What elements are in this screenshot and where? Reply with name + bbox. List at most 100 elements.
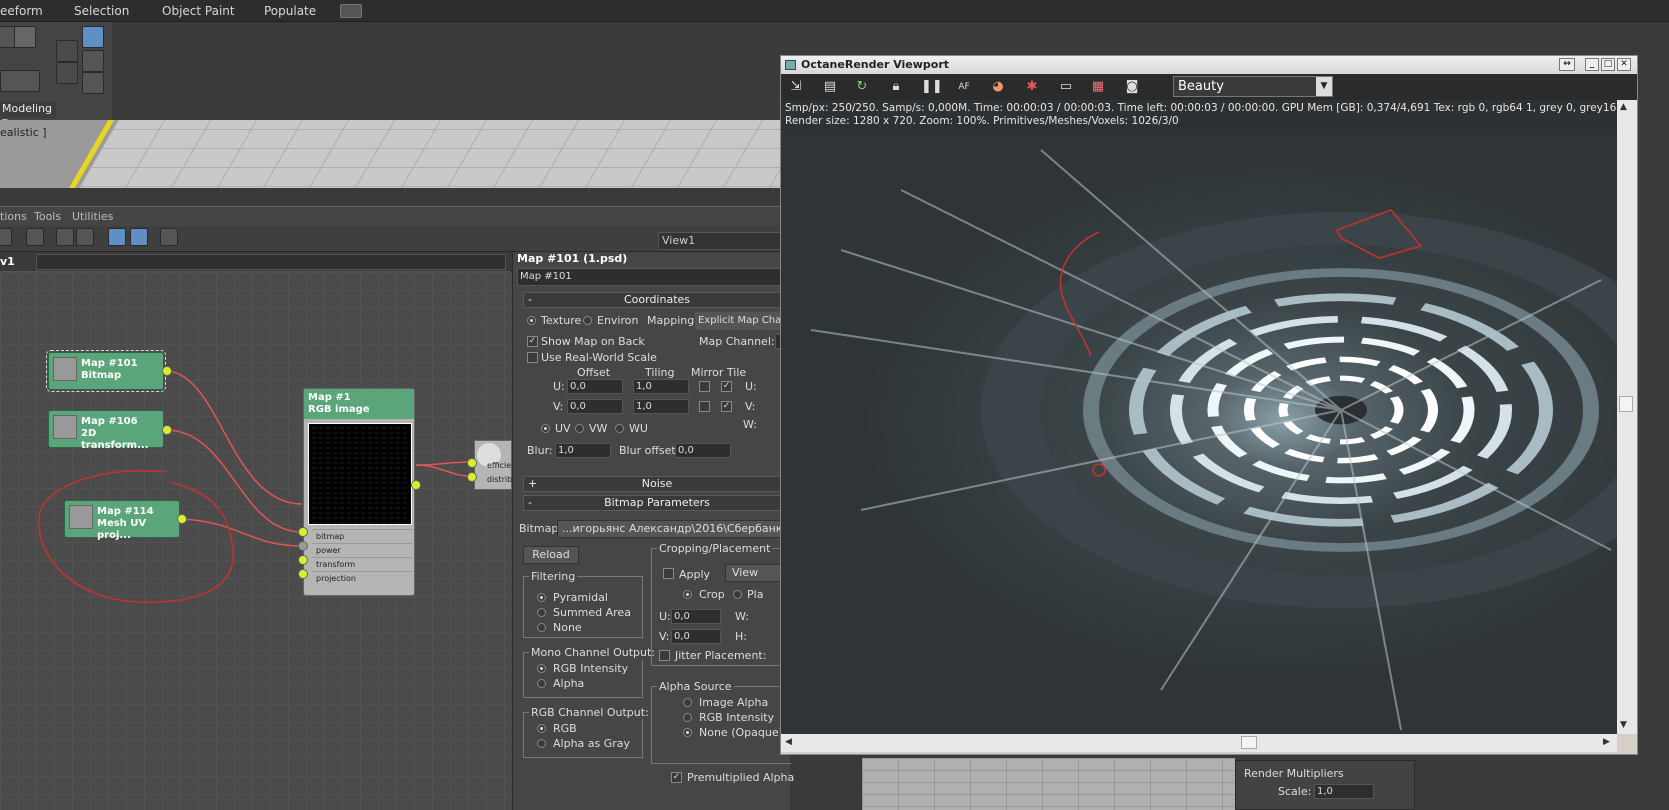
vw-radio[interactable] <box>575 424 584 433</box>
show-map-on-back-checkbox[interactable]: ✓ <box>527 336 538 347</box>
move-children-icon[interactable] <box>108 228 126 246</box>
texture-radio[interactable] <box>527 316 536 325</box>
chevron-down-icon[interactable]: ▼ <box>1316 77 1332 96</box>
scroll-thumb[interactable] <box>1619 396 1633 412</box>
menu-options[interactable]: tions <box>0 210 27 223</box>
view-dropdown[interactable]: View1 <box>658 232 788 250</box>
real-world-scale-checkbox[interactable] <box>527 352 538 363</box>
ribbon-tab-selection[interactable]: Selection <box>74 4 129 18</box>
bitmap-rollout[interactable]: - Bitmap Parameters <box>523 495 791 511</box>
octane-titlebar[interactable]: OctaneRender Viewport ↔ _ □ ✕ <box>781 56 1637 74</box>
input-pin-projection[interactable] <box>298 569 308 579</box>
render-pass-dropdown[interactable]: Beauty ▼ <box>1173 76 1333 97</box>
uv-radio[interactable] <box>541 424 550 433</box>
node-map-101[interactable]: Map #101 Bitmap <box>46 350 166 392</box>
v-tiling-spinner[interactable]: 1,0 <box>633 399 689 414</box>
scale-spinner[interactable]: 1,0 <box>1314 784 1374 799</box>
none-opaque-radio[interactable] <box>683 728 692 737</box>
film-icon[interactable]: ▦ <box>1089 78 1107 96</box>
map-name-field[interactable]: Map #101 <box>517 268 787 286</box>
move-icon[interactable] <box>82 50 104 72</box>
node-material-partial[interactable]: efficie distrib <box>474 440 512 490</box>
blur-offset-spinner[interactable]: 0,0 <box>675 443 731 458</box>
output-pin-rgb[interactable] <box>411 480 421 490</box>
environ-radio[interactable] <box>583 316 592 325</box>
close-icon[interactable]: ✕ <box>1617 58 1631 71</box>
camera-icon[interactable] <box>26 228 44 246</box>
blur-spinner[interactable]: 1,0 <box>555 443 611 458</box>
ribbon-tab-populate[interactable]: Populate <box>264 4 316 18</box>
resize-icon[interactable]: ↔ <box>1559 58 1575 71</box>
show-map-icon[interactable] <box>130 228 148 246</box>
output-pin[interactable] <box>162 425 172 435</box>
u-tile-checkbox[interactable]: ✓ <box>721 381 732 392</box>
clipboard-icon[interactable]: ▤ <box>821 78 839 96</box>
refresh-icon[interactable]: ↻ <box>853 78 871 96</box>
alpha-as-gray-radio[interactable] <box>537 739 546 748</box>
node-map-114[interactable]: Map #114 Mesh UV proj... <box>64 500 180 541</box>
wu-radio[interactable] <box>615 424 624 433</box>
scroll-up-icon[interactable]: ▲ <box>1620 102 1627 112</box>
node-rgb-image[interactable]: Map #1 RGB image bitmap power transform p… <box>303 388 415 596</box>
scroll-right-icon[interactable]: ▶ <box>1603 737 1610 747</box>
v-mirror-checkbox[interactable] <box>699 401 710 412</box>
color-picker-icon[interactable]: ◕ <box>989 78 1007 96</box>
none-filter-radio[interactable] <box>537 623 546 632</box>
vertical-scrollbar[interactable]: ▲ ▼ <box>1617 100 1637 734</box>
minimize-icon[interactable]: _ <box>1585 58 1599 71</box>
coordinates-rollout[interactable]: - Coordinates <box>523 292 791 308</box>
pyramidal-radio[interactable] <box>537 593 546 602</box>
pause-icon[interactable]: ❚❚ <box>921 78 943 96</box>
crop-v-spinner[interactable]: 0,0 <box>671 629 721 644</box>
mapping-dropdown[interactable]: Explicit Map Cha <box>695 312 791 330</box>
modeling-dropdown[interactable]: Modeling ▾ <box>0 102 56 128</box>
node-graph[interactable]: Map #101 Bitmap Map #106 2D transform... M… <box>0 272 512 810</box>
v-tile-checkbox[interactable]: ✓ <box>721 401 732 412</box>
viewport-perspective[interactable] <box>0 120 790 188</box>
auto-focus-icon[interactable]: AF <box>955 78 973 96</box>
pivot-icon[interactable] <box>82 72 104 94</box>
menu-tools[interactable]: Tools <box>34 210 61 223</box>
crop-radio[interactable] <box>683 590 692 599</box>
camera-icon[interactable]: ◙ <box>1123 78 1141 96</box>
align-icon[interactable] <box>56 40 78 62</box>
bitmap-path-button[interactable]: ...игорьянс Александр\2016\Сбербанк\30 <box>557 520 791 538</box>
node-map-106[interactable]: Map #106 2D transform... <box>48 410 164 451</box>
input-pin[interactable] <box>467 472 477 482</box>
place-radio[interactable] <box>733 590 742 599</box>
render-image[interactable] <box>781 130 1617 734</box>
input-pin-power[interactable] <box>298 541 308 551</box>
layout-icon[interactable] <box>56 228 74 246</box>
input-pin[interactable] <box>467 458 477 468</box>
region-icon[interactable]: ✱ <box>1023 78 1041 96</box>
summed-area-radio[interactable] <box>537 608 546 617</box>
apply-checkbox[interactable] <box>663 568 674 579</box>
scroll-left-icon[interactable]: ◀ <box>785 737 792 747</box>
ribbon-options-dropdown[interactable] <box>340 4 362 18</box>
jitter-checkbox[interactable] <box>659 650 670 661</box>
cube-icon[interactable] <box>14 26 36 48</box>
viewport-bottom[interactable] <box>862 758 1235 810</box>
export-icon[interactable]: ⇲ <box>787 78 805 96</box>
monitor-icon[interactable]: ▭ <box>1057 78 1075 96</box>
output-pin[interactable] <box>162 366 172 376</box>
noise-rollout[interactable]: + Noise <box>523 476 791 492</box>
ribbon-tab-freeform[interactable]: eeform <box>0 4 43 18</box>
select-icon[interactable] <box>82 26 104 48</box>
premultiplied-alpha-checkbox[interactable]: ✓ <box>671 772 682 783</box>
settings-icon[interactable] <box>160 228 178 246</box>
image-alpha-radio[interactable] <box>683 698 692 707</box>
rgb-intensity-alpha-radio[interactable] <box>683 713 692 722</box>
v-offset-spinner[interactable]: 0,0 <box>567 399 623 414</box>
u-mirror-checkbox[interactable] <box>699 381 710 392</box>
scroll-down-icon[interactable]: ▼ <box>1620 720 1627 730</box>
hscroll-thumb[interactable] <box>1241 736 1257 749</box>
input-pin-bitmap[interactable] <box>298 527 308 537</box>
reload-button[interactable]: Reload <box>523 546 579 564</box>
maximize-icon[interactable]: □ <box>1601 58 1615 71</box>
rgb-intensity-radio[interactable] <box>537 664 546 673</box>
checker-icon[interactable] <box>0 228 12 246</box>
alpha-mono-radio[interactable] <box>537 679 546 688</box>
viewport-shading-label[interactable]: ealistic ] <box>0 126 47 139</box>
u-offset-spinner[interactable]: 0,0 <box>567 379 623 394</box>
